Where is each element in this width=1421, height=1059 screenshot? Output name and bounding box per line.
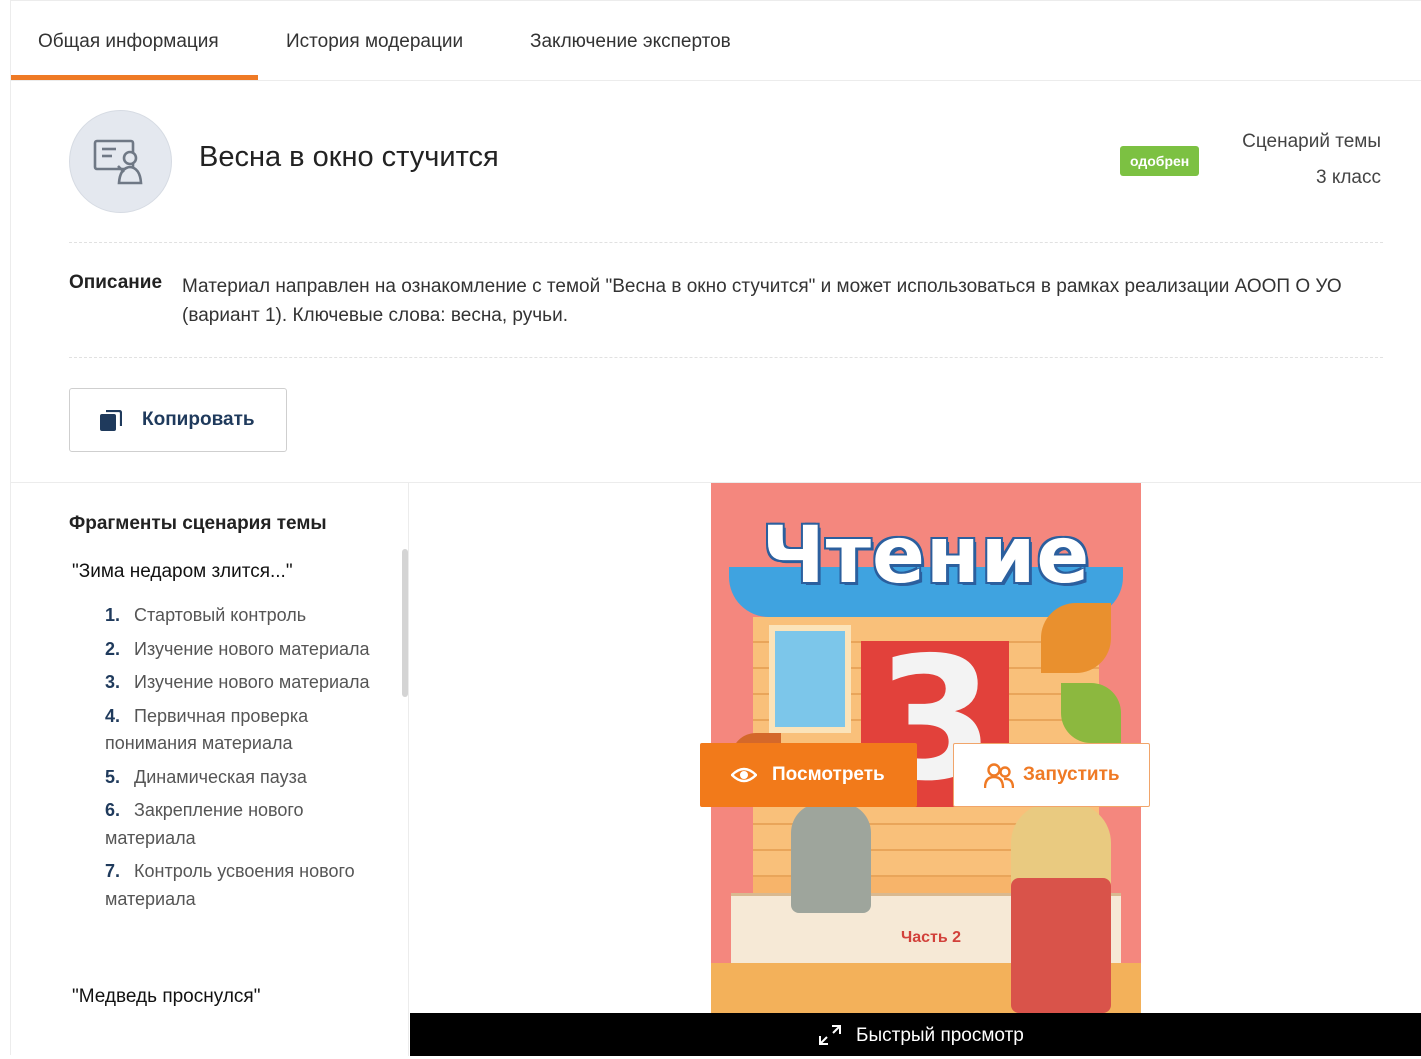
fragment-item[interactable]: 6. Закрепление нового материала xyxy=(105,797,375,852)
fragment-item[interactable]: 1. Стартовый контроль xyxy=(105,602,375,630)
fragment-group-title[interactable]: "Зима недаром злится..." xyxy=(72,561,293,583)
tab-expert-conclusion[interactable]: Заключение экспертов xyxy=(530,1,731,80)
status-badge: одобрен xyxy=(1120,146,1200,176)
divider xyxy=(69,357,1383,358)
cover-character xyxy=(791,803,871,913)
description-text: Материал направлен на ознакомление с тем… xyxy=(182,276,1342,326)
divider xyxy=(69,242,1383,243)
tab-moderation-history[interactable]: История модерации xyxy=(286,1,463,80)
active-tab-indicator xyxy=(11,75,258,80)
fragment-number: 4. xyxy=(105,705,121,726)
fragment-item[interactable]: 4. Первичная проверка понимания материала xyxy=(105,703,375,758)
fragment-number: 3. xyxy=(105,672,121,692)
description-label: Описание xyxy=(69,272,163,293)
lesson-scenario-icon xyxy=(93,139,143,185)
fragment-number: 7. xyxy=(105,861,121,881)
fragment-group-title[interactable]: "Медведь проснулся" xyxy=(72,986,260,1008)
material-type: Сценарий темы xyxy=(1242,131,1381,152)
fragment-number: 5. xyxy=(105,766,121,787)
sidebar-title: Фрагменты сценария темы xyxy=(69,513,327,534)
copy-button[interactable]: Копировать xyxy=(69,388,287,452)
copy-icon xyxy=(100,410,122,431)
avatar xyxy=(69,110,172,213)
users-icon xyxy=(984,763,1014,789)
fragment-item[interactable]: 2. Изучение нового материала xyxy=(105,636,375,664)
fragments-sidebar: Фрагменты сценария темы "Зима недаром зл… xyxy=(11,483,409,1056)
tab-general-info[interactable]: Общая информация xyxy=(38,1,219,80)
eye-icon xyxy=(731,767,757,783)
fragment-label: Первичная проверка понимания материала xyxy=(105,705,309,754)
fragment-item[interactable]: 7. Контроль усвоения нового материала xyxy=(105,858,375,913)
fragment-number: 2. xyxy=(105,638,121,659)
tab-bar: Общая информация История модерации Заклю… xyxy=(11,1,1421,81)
cover-part: Часть 2 xyxy=(901,929,962,946)
expand-icon xyxy=(819,1025,841,1045)
fragment-label: Изучение нового материала xyxy=(134,638,370,659)
cover-character-dress xyxy=(1011,878,1111,1013)
fragment-item[interactable]: 5. Динамическая пауза xyxy=(105,764,375,792)
quick-view-label: Быстрый просмотр xyxy=(856,1025,1024,1046)
view-button[interactable]: Посмотреть xyxy=(700,743,917,807)
fragment-label: Закрепление нового материала xyxy=(105,800,304,848)
page-frame: Общая информация История модерации Заклю… xyxy=(10,0,1421,1056)
fragment-label: Стартовый контроль xyxy=(134,605,307,625)
fragment-label: Динамическая пауза xyxy=(134,766,307,787)
fragment-number: 1. xyxy=(105,605,121,625)
cover-leaf xyxy=(1061,683,1121,743)
cover-window xyxy=(769,625,851,733)
cover-title: Чтение xyxy=(761,511,1091,601)
grade-label: 3 класс xyxy=(1315,167,1381,188)
fragment-item[interactable]: 3. Изучение нового материала xyxy=(105,669,375,697)
preview-area: 3 Чтение Часть 2 Посмотреть Запустить Бы… xyxy=(410,483,1421,1056)
sidebar-scrollbar[interactable] xyxy=(402,549,408,697)
copy-button-label: Копировать xyxy=(142,409,255,430)
run-button[interactable]: Запустить xyxy=(953,743,1150,807)
page-title: Весна в окно стучится xyxy=(199,141,499,173)
quick-view-bar[interactable]: Быстрый просмотр xyxy=(410,1013,1421,1056)
view-button-label: Посмотреть xyxy=(772,764,885,785)
run-button-label: Запустить xyxy=(1023,764,1120,785)
fragment-list: 1. Стартовый контроль 2. Изучение нового м… xyxy=(105,602,375,919)
cover-leaf xyxy=(1041,603,1111,673)
fragment-label: Контроль усвоения нового материала xyxy=(105,861,355,909)
fragment-label: Изучение нового материала xyxy=(134,672,370,692)
fragment-number: 6. xyxy=(105,800,121,820)
